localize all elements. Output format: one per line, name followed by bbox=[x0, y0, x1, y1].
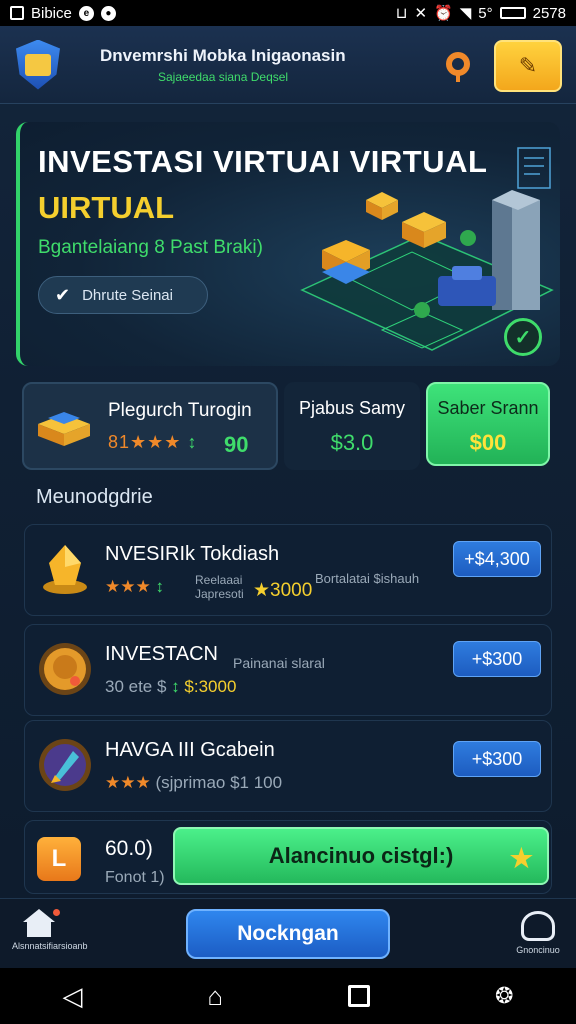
nav-right-button[interactable]: Gnoncinuo bbox=[508, 911, 568, 955]
list-item[interactable]: INVESTACN 30 ete $ ↕ $:3000 Painanai sla… bbox=[24, 624, 552, 716]
hero-card: INVESTASI VIRTUAI VIRTUAL UIRTUAL Bgante… bbox=[16, 122, 560, 366]
hero-action-label: Dhrute Seinai bbox=[82, 286, 173, 304]
home-icon bbox=[21, 909, 57, 937]
rewards-button[interactable]: ✎ bbox=[494, 40, 562, 92]
app-title: Dnvemrshi Mobka Inigaonasin bbox=[100, 45, 346, 65]
location-pin-icon[interactable] bbox=[444, 48, 472, 82]
nav-right-label: Gnoncinuo bbox=[516, 945, 560, 955]
list-item-sub-value: $:3000 bbox=[184, 677, 237, 696]
stat-card-secondary[interactable]: Pjabus Samy $3.0 bbox=[284, 382, 420, 470]
gauge-icon bbox=[521, 911, 555, 941]
list-item-sub-prefix: 30 ete $ bbox=[105, 677, 167, 696]
status-bar: Bibice e ● ⊔ ✕ ⏰ ◥ 5° 2578 bbox=[0, 0, 576, 26]
hero-subtitle: Bgantelaiang 8 Past Braki) bbox=[38, 237, 263, 258]
status-left-text: Bibice bbox=[31, 4, 72, 22]
status-time: 2578 bbox=[532, 4, 566, 22]
price-button[interactable]: +$4,300 bbox=[453, 541, 541, 577]
stat-highlight-value: $00 bbox=[469, 430, 507, 455]
back-icon[interactable]: ◁ bbox=[62, 981, 82, 1012]
verified-check-icon: ✓ bbox=[504, 318, 542, 356]
list-item-title: INVESTACN bbox=[105, 643, 218, 665]
stat-secondary-value: $3.0 bbox=[330, 430, 374, 455]
list-item[interactable]: HAVGA III Gcabein ★★★ (sjprimao $1 100 +… bbox=[24, 720, 552, 812]
stat-card-primary[interactable]: Plegurch Turogin 81★★★ ↕ 90 bbox=[22, 382, 278, 470]
app-subtitle: Sajaeedaa siana Deqsel bbox=[158, 69, 289, 84]
price-button[interactable]: +$300 bbox=[453, 641, 541, 677]
stat-primary-rating-extra: ↕ bbox=[187, 432, 198, 452]
nfc-icon: ⊔ bbox=[395, 5, 408, 22]
hero-action-button[interactable]: ✔ Dhrute Seinai bbox=[38, 276, 208, 314]
system-navigation-bar: ◁ ⌂ ❂ bbox=[0, 968, 576, 1024]
cta-label: Alancinuo cistgl:) bbox=[268, 843, 454, 868]
rewards-icon: ✎ bbox=[518, 53, 538, 78]
coin-icon bbox=[39, 643, 91, 695]
recents-icon[interactable] bbox=[348, 985, 371, 1007]
stat-card-highlight[interactable]: Saber Srann $00 bbox=[426, 382, 550, 466]
banner-badge-icon: L bbox=[37, 837, 81, 881]
list-item-sub-extra: ↕ bbox=[155, 577, 164, 596]
list-item-right-note: Painanai slaral bbox=[233, 655, 325, 671]
rocket-badge-icon bbox=[39, 739, 91, 791]
stat-highlight-label: Saber Srann bbox=[437, 398, 539, 418]
list-item-sub-value: ★3000 bbox=[253, 580, 313, 601]
list-item-stars: ★★★ bbox=[105, 773, 151, 792]
alarm-icon: ⏰ bbox=[434, 5, 453, 22]
star-icon: ★ bbox=[509, 843, 533, 873]
battery-icon bbox=[499, 7, 526, 19]
list-item-sub-extra: ↕ bbox=[171, 677, 180, 696]
list-item-title: NVESIRIk Tokdiash bbox=[105, 543, 280, 565]
promo-banner: L 60.0) Fonot 1) Alancinuo cistgl:) ★ bbox=[24, 820, 552, 894]
notification-dot bbox=[53, 909, 60, 916]
camera-notification-icon: ● bbox=[100, 5, 116, 21]
gold-bars-icon bbox=[38, 412, 90, 446]
hero-title-secondary: UIRTUAL bbox=[38, 190, 175, 225]
app-logo-shield-icon bbox=[16, 39, 60, 90]
stat-primary-value: 90 bbox=[224, 432, 249, 457]
mute-icon: ✕ bbox=[414, 5, 428, 22]
checkmark-icon: ✔ bbox=[55, 284, 71, 305]
stat-secondary-label: Pjabus Samy bbox=[298, 398, 406, 418]
home-system-icon[interactable]: ⌂ bbox=[207, 981, 223, 1012]
gold-crystal-icon bbox=[43, 545, 87, 594]
list-item[interactable]: NVESIRIk Tokdiash ★★★ ↕ Reelaaai Japreso… bbox=[24, 524, 552, 616]
cta-button[interactable]: Alancinuo cistgl:) ★ bbox=[173, 827, 549, 885]
bottom-navigation: Alsnnatsifiarsioanb Nockngan Gnoncinuo bbox=[0, 898, 576, 968]
assistant-icon[interactable]: ❂ bbox=[495, 983, 513, 1009]
nav-home-label: Alsnnatsifiarsioanb bbox=[12, 941, 88, 951]
wifi-icon: ◥ bbox=[459, 5, 472, 22]
section-heading: Meunodgdrie bbox=[36, 486, 153, 508]
banner-subtext: Fonot 1) bbox=[105, 869, 165, 886]
list-item-right-note: Bortalatai $ishauh bbox=[315, 571, 420, 586]
status-signal-text: 5° bbox=[478, 4, 493, 22]
price-button[interactable]: +$300 bbox=[453, 741, 541, 777]
list-item-title: HAVGA III Gcabein bbox=[105, 739, 275, 761]
list-item-note: (sjprimao $1 100 bbox=[155, 773, 283, 792]
app-header: Dnvemrshi Mobka Inigaonasin Sajaeedaa si… bbox=[0, 26, 576, 104]
app-screen: Bibice e ● ⊔ ✕ ⏰ ◥ 5° 2578 Dnvemrshi Mob… bbox=[0, 0, 576, 1024]
stat-primary-rating: 81★★★ bbox=[108, 432, 182, 452]
banner-value: 60.0) bbox=[105, 837, 153, 860]
list-item-stars: ★★★ bbox=[105, 577, 151, 596]
notification-icon bbox=[10, 6, 24, 20]
stat-primary-label: Plegurch Turogin bbox=[108, 400, 252, 421]
stats-row: Plegurch Turogin 81★★★ ↕ 90 Pjabus Samy … bbox=[22, 382, 554, 470]
nav-home-button[interactable]: Alsnnatsifiarsioanb bbox=[12, 909, 88, 951]
nav-main-button[interactable]: Nockngan bbox=[186, 909, 390, 959]
app-notification-icon: e bbox=[78, 5, 94, 21]
